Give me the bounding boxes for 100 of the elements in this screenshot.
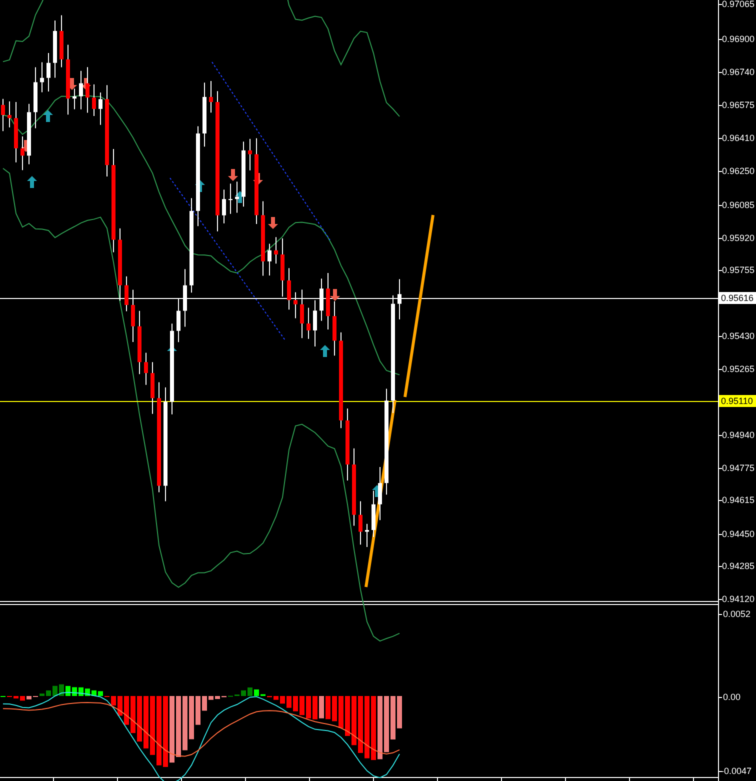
candlestick (378, 466, 382, 521)
histogram-bar (118, 696, 122, 716)
candlestick (358, 500, 362, 546)
candlestick (176, 298, 180, 343)
candlestick (53, 20, 57, 78)
candlestick (1, 98, 5, 132)
histogram-bar (364, 696, 370, 758)
histogram-bar (40, 694, 44, 696)
price-label: 0.97065 (722, 0, 755, 9)
histogram-bar (130, 696, 136, 734)
price-label: 0.96900 (722, 34, 755, 44)
histogram-bar (384, 696, 389, 752)
histogram-bar (332, 696, 337, 722)
candlestick (150, 362, 154, 414)
histogram-bar (176, 696, 181, 758)
candlestick (72, 88, 76, 110)
price-label: 0.95920 (722, 233, 755, 243)
indicator-label: 0.0052 (723, 609, 751, 619)
candlestick (248, 138, 252, 171)
price-label: 0.96085 (722, 200, 755, 210)
candlestick (183, 268, 187, 328)
candlestick (14, 102, 18, 163)
histogram-bar (397, 696, 402, 728)
price-label: 0.96575 (722, 100, 755, 110)
histogram-bar (248, 687, 252, 696)
candlestick (131, 289, 135, 342)
candlestick (294, 292, 298, 319)
histogram-bar (98, 691, 103, 696)
histogram-bar (338, 696, 344, 728)
histogram-bar (92, 690, 96, 696)
candlestick (365, 523, 369, 548)
histogram-bar (378, 696, 382, 760)
histogram-bar (156, 696, 162, 766)
candlestick (306, 307, 310, 340)
histogram-bar (208, 696, 214, 700)
histogram-bar (286, 696, 292, 708)
candlestick (92, 84, 96, 117)
candlestick (287, 268, 291, 310)
price-label: 0.94940 (722, 430, 755, 440)
down-arrow-icon (67, 78, 77, 90)
histogram-bar (312, 696, 318, 720)
candlestick (242, 141, 246, 208)
price-label: 0.96250 (722, 166, 755, 176)
candlestick (274, 236, 278, 264)
candlestick (326, 272, 330, 330)
histogram-bar (150, 696, 155, 755)
candlestick (144, 352, 148, 386)
candlestick (228, 183, 232, 214)
histogram-bar (358, 696, 363, 753)
histogram-bar (202, 696, 207, 711)
histogram-bar (241, 690, 246, 696)
candlestick (20, 136, 24, 171)
histogram-bar (72, 687, 77, 696)
current-price-label: 0.95616 (719, 292, 756, 304)
candlestick (280, 238, 284, 298)
histogram-bar (319, 696, 324, 718)
histogram-bar (85, 688, 90, 696)
candlestick (202, 82, 206, 148)
down-arrow-icon (228, 169, 238, 181)
candlestick (124, 276, 128, 312)
histogram-bar (111, 696, 116, 706)
price-label: 0.94285 (722, 561, 755, 571)
down-arrow-icon (268, 217, 278, 229)
histogram-bar (26, 696, 32, 700)
histogram-bar (20, 696, 25, 701)
candlestick (66, 44, 70, 116)
histogram-bar (66, 686, 70, 696)
histogram-bar (137, 696, 142, 742)
up-arrow-icon (43, 110, 53, 122)
histogram-bar (371, 696, 376, 760)
candlestick (46, 52, 50, 92)
candlestick (398, 278, 402, 320)
histogram-bar (196, 696, 200, 725)
candlestick (235, 181, 239, 214)
histogram-bar (14, 696, 18, 698)
price-label: 0.95755 (722, 265, 755, 275)
histogram-bar (163, 696, 168, 767)
histogram-bar (300, 696, 304, 716)
candlestick (332, 300, 336, 356)
candlestick (27, 103, 31, 165)
histogram-bar (352, 696, 356, 746)
price-level-label: 0.95110 (719, 395, 756, 407)
histogram-bar (170, 696, 174, 763)
candlestick (138, 310, 142, 375)
price-label: 0.96410 (722, 133, 755, 143)
histogram-bar (293, 696, 298, 712)
candlestick (79, 70, 83, 110)
histogram-bar (78, 687, 84, 696)
candlestick (8, 100, 12, 128)
price-label: 0.94120 (722, 594, 755, 604)
candlestick (60, 14, 64, 68)
histogram-bar (306, 696, 311, 718)
histogram-bar (182, 696, 188, 750)
histogram-bar (345, 696, 350, 736)
indicator-label: 0.00 (723, 692, 741, 702)
down-arrow-icon (330, 289, 340, 301)
candlestick (98, 92, 102, 126)
candlestick (86, 66, 90, 114)
candlestick (40, 62, 44, 93)
candlestick (209, 80, 213, 114)
